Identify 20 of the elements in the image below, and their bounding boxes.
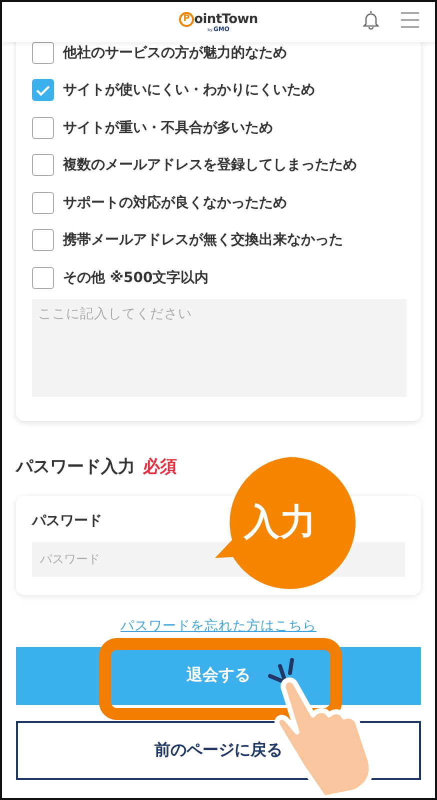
comment-field[interactable]: ここに記入してください <box>32 298 407 396</box>
option-label: サポートの対応が良くなかったため <box>63 194 287 212</box>
menu-icon[interactable] <box>401 12 419 28</box>
option-label: サイトが重い・不具合が多いため <box>63 118 273 137</box>
checkbox[interactable] <box>32 192 54 214</box>
required-label: 必須 <box>143 456 177 478</box>
checkbox[interactable] <box>32 116 54 139</box>
checkbox[interactable] <box>32 229 54 252</box>
option-label: 他社のサービスの方が魅力的なため <box>63 44 287 62</box>
bell-icon[interactable] <box>363 10 379 30</box>
checkbox[interactable] <box>32 42 54 64</box>
option-label: その他 ※500文字以内 <box>63 268 209 287</box>
section-title: パスワード入力 <box>16 456 135 478</box>
checkbox[interactable] <box>32 154 54 176</box>
checkbox[interactable] <box>32 79 54 102</box>
checkbox[interactable] <box>32 266 54 289</box>
option-label: サイトが使いにくい・わかりにくいため <box>63 81 315 100</box>
option-label: 複数のメールアドレスを登録してしまったため <box>63 156 357 174</box>
option-label: 携帯メールアドレスが無く交換出来なかった <box>63 231 343 250</box>
check-icon <box>36 84 50 96</box>
